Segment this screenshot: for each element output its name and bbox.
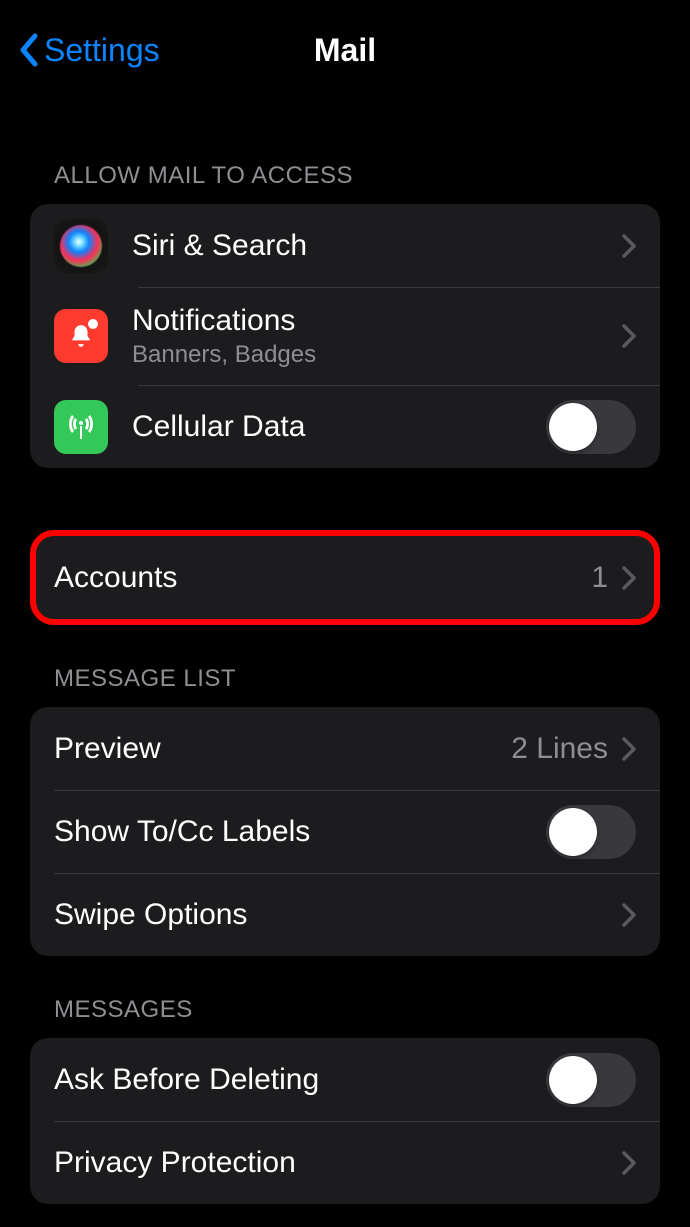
toggle-show-to-cc[interactable] xyxy=(546,805,636,859)
chevron-left-icon xyxy=(18,32,40,68)
back-button[interactable]: Settings xyxy=(18,32,160,69)
row-label: Accounts xyxy=(54,560,591,596)
row-sublabel: Banners, Badges xyxy=(132,341,622,369)
row-label: Ask Before Deleting xyxy=(54,1062,546,1098)
row-notifications[interactable]: Notifications Banners, Badges xyxy=(30,287,660,385)
row-label: Show To/Cc Labels xyxy=(54,814,546,850)
toggle-ask-before-deleting[interactable] xyxy=(546,1053,636,1107)
chevron-right-icon xyxy=(622,324,636,348)
group-access: Siri & Search Notifications Banners, Bad… xyxy=(30,204,660,468)
siri-icon xyxy=(54,219,108,273)
row-value: 1 xyxy=(591,561,608,595)
row-label: Privacy Protection xyxy=(54,1145,622,1181)
chevron-right-icon xyxy=(622,566,636,590)
row-preview[interactable]: Preview 2 Lines xyxy=(30,707,660,790)
row-swipe-options[interactable]: Swipe Options xyxy=(30,873,660,956)
row-label: Notifications xyxy=(132,303,622,339)
page-title: Mail xyxy=(314,32,376,69)
row-accounts[interactable]: Accounts 1 xyxy=(36,536,654,619)
section-header-messages: Messages xyxy=(30,956,660,1038)
toggle-cellular-data[interactable] xyxy=(546,400,636,454)
row-label: Swipe Options xyxy=(54,897,622,933)
notifications-icon xyxy=(54,309,108,363)
chevron-right-icon xyxy=(622,1151,636,1175)
cellular-icon xyxy=(54,400,108,454)
nav-bar: Settings Mail xyxy=(0,0,690,100)
section-header-access: Allow Mail to Access xyxy=(30,100,660,204)
chevron-right-icon xyxy=(622,234,636,258)
group-message-list: Preview 2 Lines Show To/Cc Labels Swipe … xyxy=(30,707,660,956)
row-label: Siri & Search xyxy=(132,228,622,264)
row-label: Cellular Data xyxy=(132,409,546,445)
back-label: Settings xyxy=(44,32,160,69)
group-messages: Ask Before Deleting Privacy Protection xyxy=(30,1038,660,1204)
section-header-message-list: Message List xyxy=(30,625,660,707)
chevron-right-icon xyxy=(622,903,636,927)
chevron-right-icon xyxy=(622,737,636,761)
group-accounts-highlighted: Accounts 1 xyxy=(30,530,660,625)
row-label: Preview xyxy=(54,731,511,767)
row-siri-search[interactable]: Siri & Search xyxy=(30,204,660,287)
row-privacy-protection[interactable]: Privacy Protection xyxy=(30,1121,660,1204)
row-show-to-cc: Show To/Cc Labels xyxy=(30,790,660,873)
row-value: 2 Lines xyxy=(511,732,608,766)
row-ask-before-deleting: Ask Before Deleting xyxy=(30,1038,660,1121)
row-cellular-data: Cellular Data xyxy=(30,385,660,468)
